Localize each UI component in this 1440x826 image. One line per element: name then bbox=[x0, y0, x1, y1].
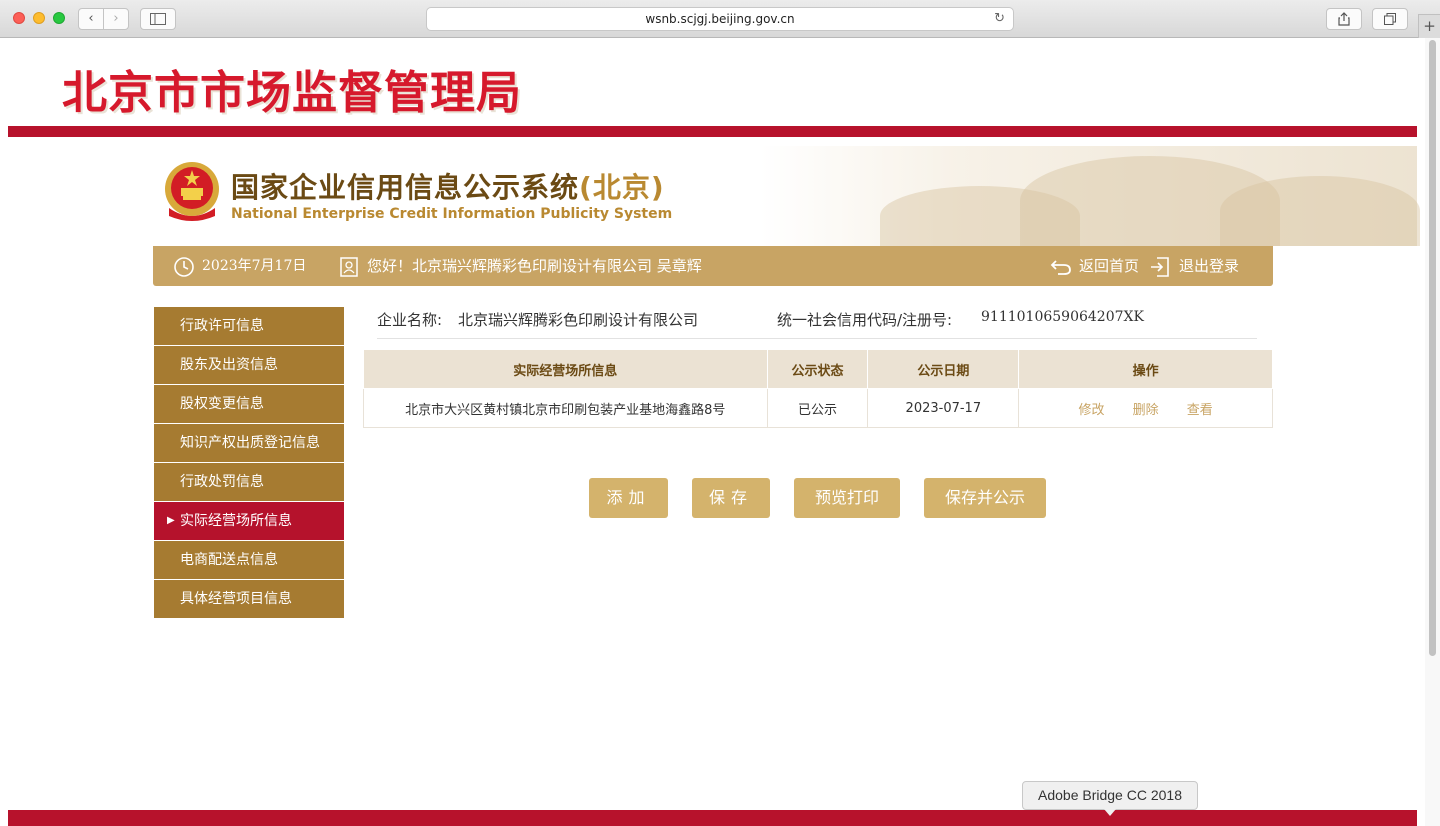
share-button[interactable] bbox=[1326, 8, 1362, 30]
sidebar-item-ip-pledge[interactable]: 知识产权出质登记信息 bbox=[154, 424, 344, 462]
view-link[interactable]: 查看 bbox=[1187, 403, 1213, 418]
credit-code-label: 统一社会信用代码/注册号: bbox=[777, 311, 953, 329]
table-header-row: 实际经营场所信息 公示状态 公示日期 操作 bbox=[363, 349, 1273, 389]
reload-icon[interactable]: ↻ bbox=[994, 8, 1005, 30]
sidebar-menu: 行政许可信息 股东及出资信息 股权变更信息 知识产权出质登记信息 行政处罚信息 … bbox=[154, 307, 344, 619]
sidebar-toggle-button[interactable] bbox=[140, 8, 176, 30]
cell-status: 已公示 bbox=[766, 388, 869, 428]
return-icon[interactable] bbox=[1050, 246, 1072, 286]
url-text: wsnb.scjgj.beijing.gov.cn bbox=[645, 12, 795, 26]
sidebar-item-business-items[interactable]: 具体经营项目信息 bbox=[154, 580, 344, 618]
new-tab-button[interactable]: + bbox=[1418, 14, 1440, 38]
tabs-icon bbox=[1384, 13, 1396, 25]
browser-toolbar: ‹ › wsnb.scjgj.beijing.gov.cn ↻ + bbox=[0, 0, 1440, 38]
cell-date: 2023-07-17 bbox=[867, 388, 1020, 428]
system-title-english: National Enterprise Credit Information P… bbox=[231, 206, 673, 222]
chevron-right-icon: › bbox=[113, 11, 119, 26]
sidebar-item-label: 股东及出资信息 bbox=[180, 357, 278, 373]
vertical-scrollbar[interactable] bbox=[1425, 38, 1440, 826]
footer-red-band bbox=[8, 810, 1417, 826]
tooltip-pointer bbox=[1104, 809, 1116, 816]
sidebar-item-admin-license[interactable]: 行政许可信息 bbox=[154, 307, 344, 345]
logout-icon[interactable] bbox=[1149, 246, 1171, 286]
chevron-left-icon: ‹ bbox=[88, 11, 94, 26]
company-info-row: 企业名称: 北京瑞兴辉腾彩色印刷设计有限公司 统一社会信用代码/注册号: 911… bbox=[377, 307, 1257, 339]
system-title: 国家企业信用信息公示系统(北京) bbox=[231, 166, 665, 206]
sidebar-item-label: 股权变更信息 bbox=[180, 396, 264, 412]
close-window-button[interactable] bbox=[13, 12, 25, 24]
cell-address: 北京市大兴区黄村镇北京市印刷包装产业基地海鑫路8号 bbox=[363, 388, 768, 428]
sidebar-item-label: 行政处罚信息 bbox=[180, 474, 264, 490]
sidebar-icon bbox=[150, 13, 166, 25]
sidebar-item-shareholders[interactable]: 股东及出资信息 bbox=[154, 346, 344, 384]
credit-code: 9111010659064207XK bbox=[981, 309, 1144, 325]
triangle-right-icon: ▶ bbox=[167, 515, 175, 526]
info-bar: 2023年7月17日 您好！北京瑞兴辉腾彩色印刷设计有限公司 吴章辉 返回首页 … bbox=[153, 246, 1273, 286]
company-name: 北京瑞兴辉腾彩色印刷设计有限公司 bbox=[458, 311, 699, 329]
premises-table: 实际经营场所信息 公示状态 公示日期 操作 北京市大兴区黄村镇北京市印刷包装产业… bbox=[363, 349, 1273, 428]
plus-icon: + bbox=[1423, 17, 1436, 35]
dock-tooltip: Adobe Bridge CC 2018 bbox=[1022, 781, 1198, 810]
mountain-banner bbox=[760, 146, 1420, 246]
save-and-publish-button[interactable]: 保存并公示 bbox=[924, 478, 1046, 518]
column-header-date: 公示日期 bbox=[867, 349, 1020, 389]
add-button[interactable]: 添加 bbox=[589, 478, 668, 518]
column-header-actions: 操作 bbox=[1018, 349, 1273, 389]
table-row: 北京市大兴区黄村镇北京市印刷包装产业基地海鑫路8号 已公示 2023-07-17… bbox=[363, 388, 1273, 428]
back-button[interactable]: ‹ bbox=[78, 8, 104, 30]
scrollbar-thumb[interactable] bbox=[1429, 40, 1436, 656]
current-date: 2023年7月17日 bbox=[202, 258, 307, 274]
preview-print-button[interactable]: 预览打印 bbox=[794, 478, 900, 518]
sidebar-item-label: 行政许可信息 bbox=[180, 318, 264, 334]
logout-link[interactable]: 退出登录 bbox=[1179, 246, 1239, 286]
sidebar-item-equity-change[interactable]: 股权变更信息 bbox=[154, 385, 344, 423]
system-title-main: 国家企业信用信息公示系统 bbox=[231, 171, 580, 204]
bureau-title: 北京市市场监督管理局 bbox=[62, 66, 523, 119]
column-header-address: 实际经营场所信息 bbox=[363, 349, 768, 389]
company-name-label: 企业名称: bbox=[377, 311, 443, 329]
user-icon bbox=[339, 246, 359, 286]
forward-button[interactable]: › bbox=[103, 8, 129, 30]
address-bar[interactable]: wsnb.scjgj.beijing.gov.cn ↻ bbox=[426, 7, 1014, 31]
greeting-text: 您好！北京瑞兴辉腾彩色印刷设计有限公司 吴章辉 bbox=[367, 257, 702, 275]
sidebar-item-admin-penalty[interactable]: 行政处罚信息 bbox=[154, 463, 344, 501]
sidebar-item-label: 知识产权出质登记信息 bbox=[180, 435, 320, 451]
national-emblem-icon bbox=[165, 162, 219, 221]
sidebar-item-business-premises[interactable]: ▶ 实际经营场所信息 bbox=[154, 502, 344, 540]
clock-icon bbox=[173, 246, 195, 286]
show-tabs-button[interactable] bbox=[1372, 8, 1408, 30]
column-header-status: 公示状态 bbox=[766, 349, 869, 389]
system-title-region: (北京) bbox=[579, 171, 665, 204]
cell-actions: 修改 删除 查看 bbox=[1018, 388, 1273, 428]
header-red-band bbox=[8, 126, 1417, 137]
save-button[interactable]: 保存 bbox=[692, 478, 770, 518]
sidebar-item-label: 电商配送点信息 bbox=[180, 552, 278, 568]
sidebar-item-ecommerce-delivery[interactable]: 电商配送点信息 bbox=[154, 541, 344, 579]
share-icon bbox=[1338, 12, 1350, 26]
delete-link[interactable]: 删除 bbox=[1133, 403, 1159, 418]
zoom-window-button[interactable] bbox=[53, 12, 65, 24]
edit-link[interactable]: 修改 bbox=[1078, 403, 1104, 418]
sidebar-item-label: 具体经营项目信息 bbox=[180, 591, 292, 607]
sidebar-item-label: 实际经营场所信息 bbox=[180, 513, 292, 529]
minimize-window-button[interactable] bbox=[33, 12, 45, 24]
return-home-link[interactable]: 返回首页 bbox=[1079, 246, 1139, 286]
